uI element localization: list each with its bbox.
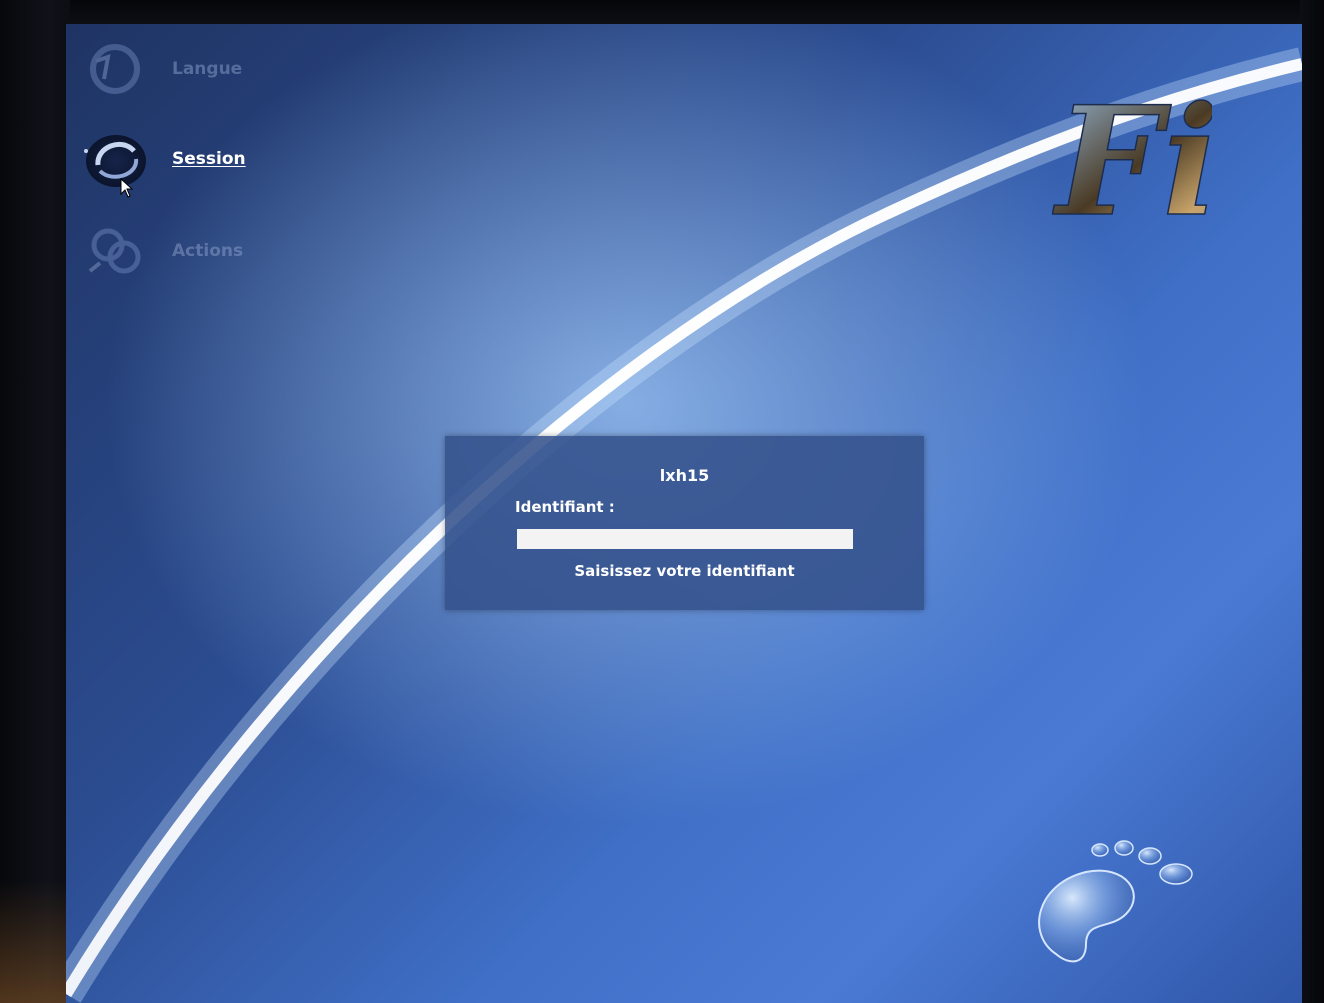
menu-item-session[interactable]: Session xyxy=(78,124,318,194)
menu-item-actions[interactable]: Actions xyxy=(78,216,318,286)
login-dialog: lxh15 Identifiant : Saisissez votre iden… xyxy=(445,436,924,610)
session-icon xyxy=(78,129,152,189)
username-label: Identifiant : xyxy=(515,498,615,516)
fil-logo: Fil xyxy=(1052,73,1212,234)
hostname-label: lxh15 xyxy=(659,466,710,485)
login-hint: Saisissez votre identifiant xyxy=(574,562,795,580)
login-screen: Langue Session Actions F lxh15 Identifia… xyxy=(66,24,1302,1003)
mouse-cursor-icon xyxy=(120,178,134,198)
gnome-foot-logo xyxy=(1038,840,1193,963)
username-input[interactable] xyxy=(517,529,853,549)
monitor-bezel-left xyxy=(0,0,70,1003)
monitor-bezel-right xyxy=(1300,0,1324,1003)
menu-label-language: Langue xyxy=(172,59,243,79)
language-icon xyxy=(78,39,152,99)
desk-reflection xyxy=(0,880,70,1003)
svg-text:Fil: Fil xyxy=(1052,74,1212,234)
menu-label-session: Session xyxy=(172,149,246,169)
menu-item-language[interactable]: Langue xyxy=(78,34,318,104)
actions-icon xyxy=(78,221,152,281)
menu-label-actions: Actions xyxy=(172,241,244,261)
